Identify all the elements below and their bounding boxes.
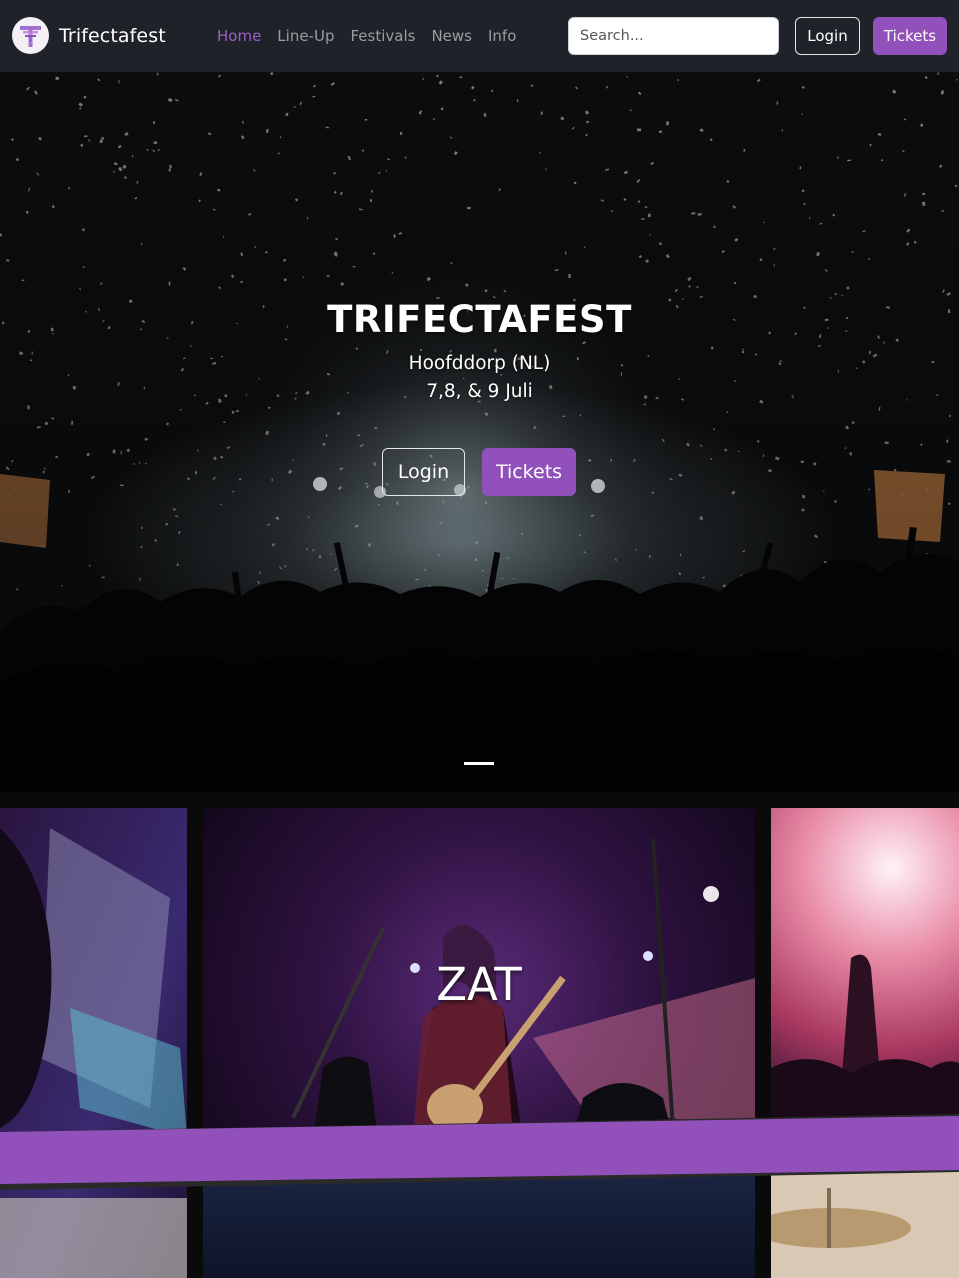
brand[interactable]: Trifectafest <box>12 17 166 54</box>
nav-links: Home Line-Up Festivals News Info <box>217 27 516 45</box>
nav-link-news[interactable]: News <box>431 27 472 45</box>
trifecta-logo-icon <box>12 17 49 54</box>
hero-carousel: TRIFECTAFEST Hoofddorp (NL) 7,8, & 9 Jul… <box>0 72 959 792</box>
artist-photo-left <box>0 808 187 1278</box>
hero-login-button[interactable]: Login <box>382 448 465 496</box>
carousel-indicator[interactable] <box>464 762 494 765</box>
nav-link-home[interactable]: Home <box>217 27 261 45</box>
nav-login-button[interactable]: Login <box>795 17 860 55</box>
nav-link-info[interactable]: Info <box>488 27 516 45</box>
featured-artist-name: ZAT <box>436 958 522 1011</box>
brand-name: Trifectafest <box>59 24 166 47</box>
concert-crowd-image <box>0 72 959 792</box>
artist-tile-left[interactable] <box>0 808 187 1278</box>
search-input[interactable] <box>568 17 779 55</box>
artist-gallery: ZAT <box>0 792 959 1278</box>
artist-tile-right[interactable] <box>771 808 959 1278</box>
nav-link-line-up[interactable]: Line-Up <box>277 27 334 45</box>
artist-photo-right <box>771 808 959 1278</box>
nav-tickets-button[interactable]: Tickets <box>873 17 947 55</box>
artist-tile-featured[interactable] <box>203 808 755 1278</box>
nav-link-festivals[interactable]: Festivals <box>350 27 415 45</box>
hero-tickets-button[interactable]: Tickets <box>482 448 576 496</box>
artist-photo-featured <box>203 808 755 1278</box>
hero-location: Hoofddorp (NL) <box>408 353 551 374</box>
navbar: Trifectafest Home Line-Up Festivals News… <box>0 0 959 72</box>
hero-dates: 7,8, & 9 Juli <box>426 381 533 402</box>
hero-title: TRIFECTAFEST <box>327 298 632 341</box>
purple-band <box>0 1114 959 1190</box>
